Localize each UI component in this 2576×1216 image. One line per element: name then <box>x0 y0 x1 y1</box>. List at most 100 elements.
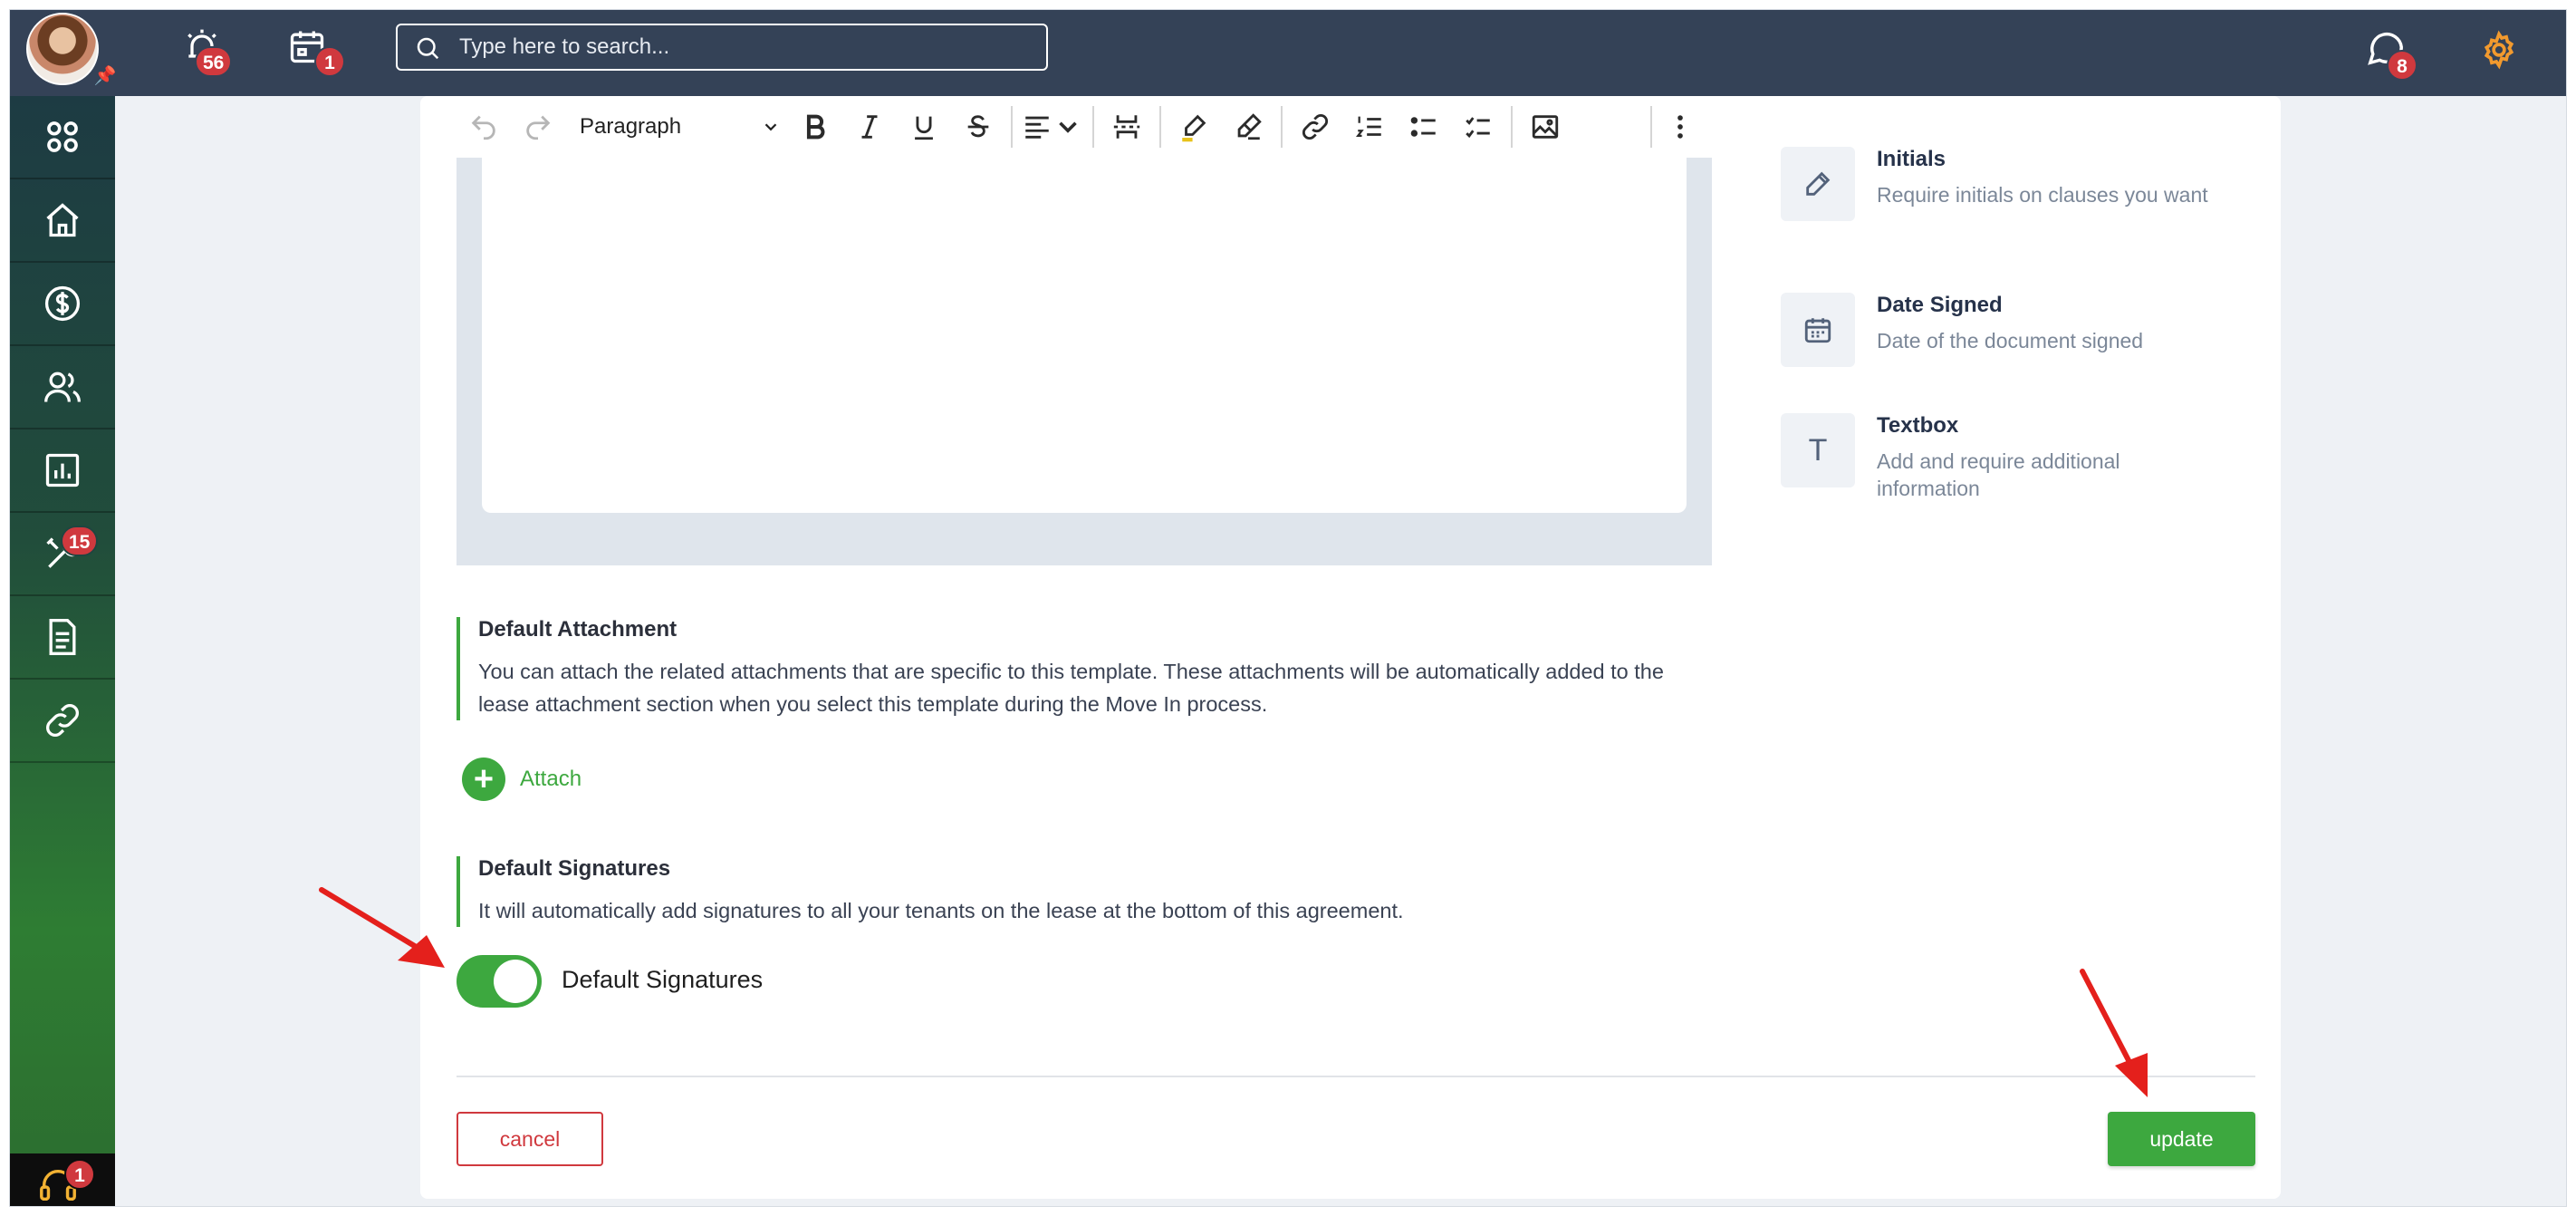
bold-button[interactable] <box>788 104 842 150</box>
sidebar-item-reports[interactable] <box>10 429 115 513</box>
users-icon <box>44 372 81 402</box>
image-icon <box>1532 115 1559 139</box>
toggle-knob <box>494 960 537 1003</box>
section-title: Default Attachment <box>478 617 678 642</box>
page-break-button[interactable] <box>1100 104 1154 150</box>
attach-label: Attach <box>520 767 582 791</box>
paragraph-style-label: Paragraph <box>580 114 682 139</box>
eraser-icon <box>1237 113 1262 140</box>
update-button[interactable]: update <box>2108 1112 2255 1166</box>
pencil-icon <box>1781 147 1855 221</box>
toolbar-separator <box>1650 106 1652 148</box>
more-options-button[interactable] <box>1658 104 1703 150</box>
plus-icon: + <box>462 758 505 801</box>
numbered-list-button[interactable] <box>1342 104 1397 150</box>
bullet-list-button[interactable] <box>1397 104 1451 150</box>
toggle-label: Default Signatures <box>562 966 764 993</box>
app-window: 📌 56 1 8 <box>9 9 2567 1207</box>
sidebar-item-maintenance[interactable]: 15 <box>10 513 115 596</box>
calendar-icon <box>1781 293 1855 367</box>
field-description: Require initials on clauses you want <box>1877 183 2208 207</box>
editor-toolbar: Paragraph <box>457 96 1712 158</box>
redo-icon <box>526 115 551 140</box>
footer-divider <box>457 1076 2255 1077</box>
field-title: Textbox <box>1877 413 1959 438</box>
support-badge: 1 <box>64 1159 95 1190</box>
align-button[interactable] <box>1018 104 1087 150</box>
section-description: It will automatically add signatures to … <box>478 899 1404 922</box>
redo-button[interactable] <box>511 104 565 150</box>
home-icon <box>46 203 79 237</box>
italic-icon <box>861 115 878 139</box>
default-signatures-toggle[interactable] <box>457 955 542 1008</box>
align-left-icon <box>1025 116 1049 139</box>
pin-icon: 📌 <box>93 66 117 86</box>
dollar-icon <box>44 285 81 322</box>
insert-image-button[interactable] <box>1518 104 1572 150</box>
strikethrough-button[interactable] <box>951 104 1005 150</box>
annotation-arrow-update <box>2080 969 2148 1097</box>
link-button[interactable] <box>1288 104 1342 150</box>
italic-button[interactable] <box>842 104 897 150</box>
calendar-icon[interactable]: 1 <box>287 26 345 77</box>
cancel-button[interactable]: cancel <box>457 1112 603 1166</box>
sidebar-item-links[interactable] <box>10 680 115 763</box>
sidebar-item-documents[interactable] <box>10 596 115 680</box>
alarm-icon[interactable]: 56 <box>182 26 233 77</box>
bullet-list-icon <box>1410 117 1436 137</box>
annotation-arrow-toggle <box>319 887 445 968</box>
link-icon <box>1302 114 1328 140</box>
field-description: Date of the document signed <box>1877 329 2144 352</box>
support-button[interactable]: 1 <box>10 1153 115 1206</box>
editor-content[interactable] <box>482 158 1687 513</box>
toolbar-separator <box>1511 106 1513 148</box>
bold-icon <box>806 114 825 140</box>
todo-list-button[interactable] <box>1451 104 1505 150</box>
toolbar-separator <box>1281 106 1283 148</box>
messages-badge: 8 <box>2387 50 2417 81</box>
search-box[interactable] <box>396 24 1048 71</box>
sidebar: 15 1 <box>10 96 115 1206</box>
underline-icon <box>915 116 933 140</box>
underline-button[interactable] <box>897 104 951 150</box>
section-description: You can attach the related attachments t… <box>478 660 1664 716</box>
toolbar-separator <box>1011 106 1013 148</box>
checklist-icon <box>1466 117 1490 139</box>
chart-icon <box>45 453 80 487</box>
field-title: Date Signed <box>1877 293 2003 317</box>
gear-icon[interactable] <box>2479 30 2530 81</box>
sidebar-item-apps[interactable] <box>10 96 115 179</box>
remove-format-button[interactable] <box>1221 104 1275 150</box>
highlight-button[interactable] <box>1167 104 1221 150</box>
sidebar-item-finance[interactable] <box>10 263 115 346</box>
search-input[interactable] <box>459 33 1030 62</box>
sidebar-item-home[interactable] <box>10 179 115 263</box>
paragraph-style-select[interactable]: Paragraph <box>580 114 788 140</box>
maintenance-badge: 15 <box>61 526 99 556</box>
document-icon <box>49 619 76 655</box>
template-editor-card: Paragraph Initials Require initials on c… <box>420 96 2281 1199</box>
default-signatures-section: Default Signatures It will automatically… <box>457 856 1712 927</box>
chat-icon[interactable]: 8 <box>2365 26 2417 81</box>
link-icon <box>46 704 79 737</box>
notifications-badge: 56 <box>195 46 233 77</box>
text-icon: T <box>1781 413 1855 487</box>
attach-button[interactable]: + Attach <box>462 758 582 801</box>
field-description: Add and require additional information <box>1877 449 2120 500</box>
strikethrough-icon <box>967 115 989 138</box>
user-avatar[interactable] <box>26 13 99 85</box>
undo-button[interactable] <box>457 104 511 150</box>
page-break-icon <box>1113 115 1140 139</box>
calendar-badge: 1 <box>314 46 345 77</box>
toolbar-separator <box>1159 106 1161 148</box>
default-attachment-section: Default Attachment You can attach the re… <box>457 617 1712 720</box>
chevron-down-icon <box>1059 121 1077 133</box>
more-vertical-icon <box>1677 115 1683 139</box>
sidebar-item-people[interactable] <box>10 346 115 429</box>
highlighter-icon <box>1182 114 1206 142</box>
field-title: Initials <box>1877 147 1946 171</box>
toolbar-separator <box>1092 106 1094 148</box>
chevron-down-icon <box>764 123 777 131</box>
undo-icon <box>471 115 495 140</box>
section-title: Default Signatures <box>478 856 671 881</box>
